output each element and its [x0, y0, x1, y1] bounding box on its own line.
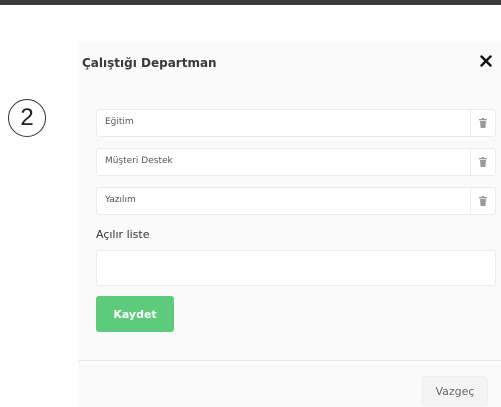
trash-icon	[479, 157, 487, 167]
trash-icon	[479, 196, 487, 206]
department-item-label: Yazılım	[105, 195, 136, 205]
department-item-label: Müşteri Destek	[105, 156, 173, 166]
modal-header: Çalıştığı Departman	[78, 42, 501, 84]
department-item: Yazılım	[96, 187, 496, 215]
department-item: Müşteri Destek	[96, 148, 496, 176]
modal-title: Çalıştığı Departman	[82, 56, 217, 70]
delete-item-button[interactable]	[470, 149, 495, 175]
department-modal: Çalıştığı Departman Eğitim Müşteri Deste…	[78, 42, 501, 407]
cancel-button[interactable]: Vazgeç	[422, 376, 488, 406]
step-number-badge: 2	[8, 99, 46, 137]
close-button[interactable]	[477, 52, 495, 70]
dropdown-input[interactable]	[96, 250, 496, 286]
footer-divider	[78, 360, 501, 361]
delete-item-button[interactable]	[470, 188, 495, 214]
trash-icon	[479, 118, 487, 128]
delete-item-button[interactable]	[470, 110, 495, 136]
department-item: Eğitim	[96, 109, 496, 137]
save-button[interactable]: Kaydet	[96, 296, 174, 332]
dropdown-label: Açılır liste	[96, 228, 150, 241]
top-bar	[0, 0, 501, 5]
close-icon	[480, 55, 492, 67]
department-item-label: Eğitim	[105, 117, 134, 127]
